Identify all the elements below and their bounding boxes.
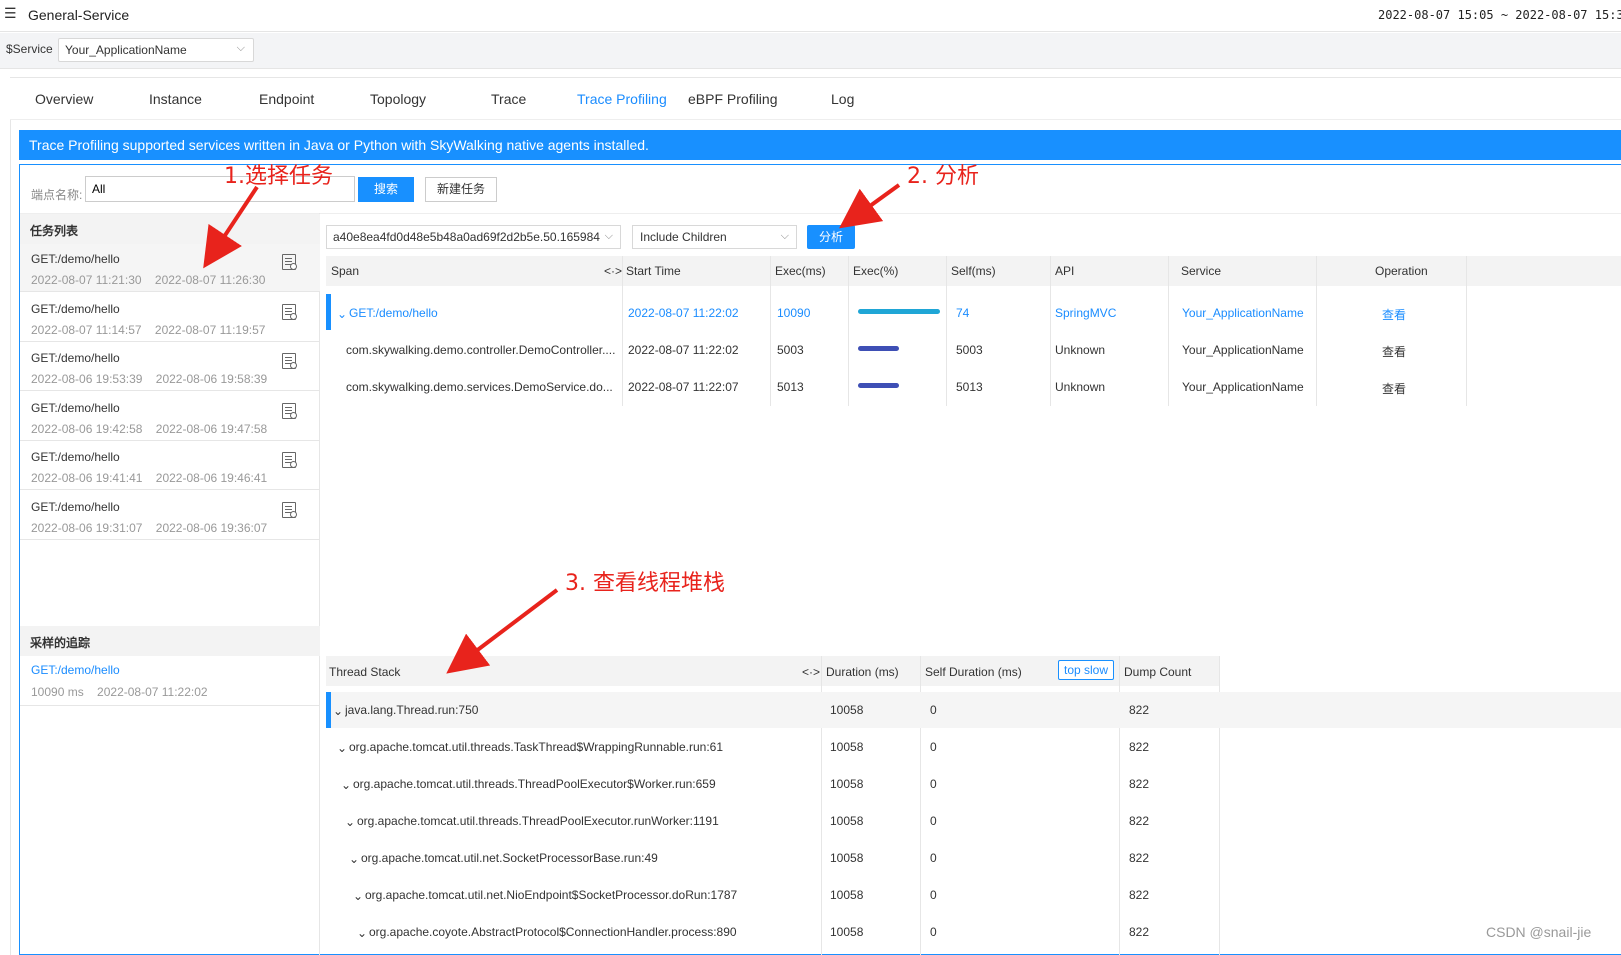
annotation-step3: 3. 查看线程堆栈 xyxy=(565,571,725,596)
annotation-arrows xyxy=(203,183,901,674)
watermark: CSDN @snail-jie xyxy=(1486,924,1592,940)
annotation-step2: 2. 分析 xyxy=(907,164,979,189)
arrow-step3 xyxy=(446,588,559,674)
arrow-step1 xyxy=(203,185,259,269)
annotation-step1: 1.选择任务 xyxy=(224,164,333,189)
arrow-step2 xyxy=(839,183,901,229)
